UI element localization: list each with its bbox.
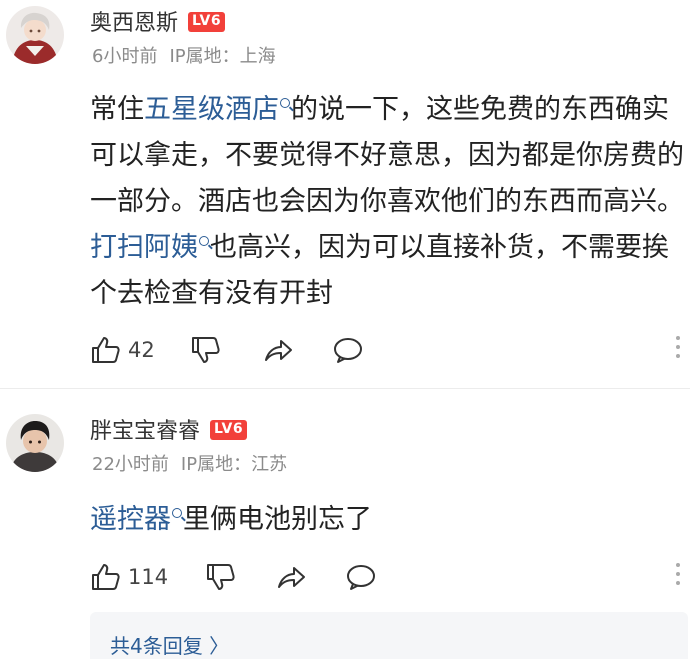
comment-bubble-icon bbox=[334, 338, 362, 363]
text-segment: 常住 bbox=[90, 94, 144, 125]
avatar[interactable] bbox=[6, 6, 64, 64]
timestamp: 6小时前 bbox=[92, 46, 158, 67]
like-count: 114 bbox=[128, 565, 169, 589]
more-vertical-icon[interactable] bbox=[676, 563, 682, 585]
username[interactable]: 奥西恩斯 LV6 bbox=[90, 5, 226, 37]
ip-location: IP属地：上海 bbox=[169, 46, 276, 67]
comment-button[interactable] bbox=[332, 330, 364, 370]
like-button[interactable]: 42 bbox=[90, 330, 155, 370]
dislike-button[interactable] bbox=[190, 330, 222, 370]
username-text[interactable]: 奥西恩斯 bbox=[90, 11, 178, 36]
ip-location: IP属地：江苏 bbox=[180, 454, 288, 475]
action-bar: 42 bbox=[90, 330, 690, 370]
level-badge: LV6 bbox=[188, 12, 226, 32]
comment-text: 常住五星级酒店 的说一下，这些免费的东西确实可以拿走，不要觉得不好意思，因为都是你… bbox=[90, 87, 686, 317]
search-icon bbox=[280, 98, 290, 108]
comment-text: 遥控器 里俩电池别忘了 bbox=[90, 497, 686, 543]
view-replies-button[interactable]: 共4条回复 〉 bbox=[90, 612, 688, 659]
search-link[interactable]: 打扫阿姨 bbox=[90, 232, 210, 263]
thumbs-up-icon bbox=[92, 564, 120, 590]
like-count: 42 bbox=[128, 338, 155, 362]
comment-bubble-icon bbox=[347, 565, 375, 590]
search-link[interactable]: 遥控器 bbox=[90, 504, 183, 535]
share-icon bbox=[265, 340, 292, 361]
comment-meta: 6小时前 IP属地：上海 bbox=[92, 42, 276, 68]
search-link[interactable]: 五星级酒店 bbox=[144, 94, 291, 125]
username-text[interactable]: 胖宝宝睿睿 bbox=[90, 419, 200, 444]
thumbs-up-icon bbox=[92, 337, 120, 363]
dislike-button[interactable] bbox=[205, 557, 237, 597]
search-icon bbox=[172, 508, 182, 518]
comment-button[interactable] bbox=[345, 557, 377, 597]
search-icon bbox=[199, 236, 209, 246]
comment-meta: 22小时前 IP属地：江苏 bbox=[92, 450, 287, 476]
username[interactable]: 胖宝宝睿睿 LV6 bbox=[90, 413, 248, 445]
like-button[interactable]: 114 bbox=[90, 557, 168, 597]
timestamp: 22小时前 bbox=[92, 454, 169, 475]
level-badge: LV6 bbox=[210, 420, 248, 440]
thumbs-down-icon bbox=[207, 564, 235, 590]
divider bbox=[0, 388, 690, 389]
share-button[interactable] bbox=[275, 557, 307, 597]
share-button[interactable] bbox=[262, 330, 294, 370]
share-icon bbox=[278, 567, 305, 588]
action-bar: 114 bbox=[90, 557, 690, 597]
replies-label[interactable]: 共4条回复 〉 bbox=[110, 630, 229, 659]
more-vertical-icon[interactable] bbox=[676, 336, 682, 358]
text-segment: 里俩电池别忘了 bbox=[183, 504, 372, 535]
thumbs-down-icon bbox=[192, 337, 220, 363]
avatar[interactable] bbox=[6, 414, 64, 472]
